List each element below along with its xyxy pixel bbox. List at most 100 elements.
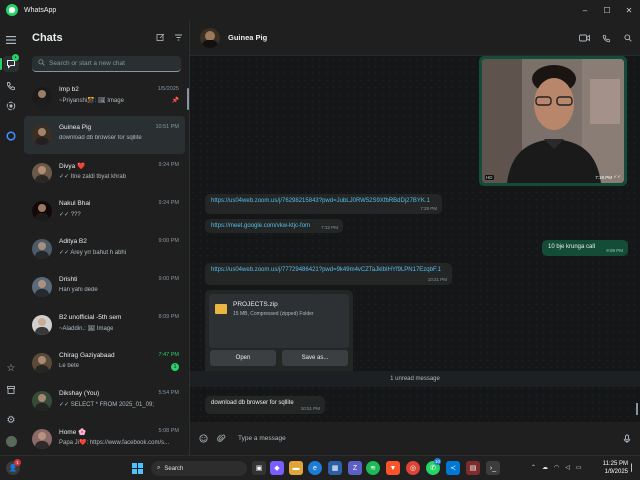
contact-avatar[interactable] (200, 27, 220, 48)
copilot-icon[interactable]: ◆ (270, 461, 284, 475)
system-tray[interactable]: ⌃ ☁ ◠ ◁ ▭ (531, 464, 582, 471)
message-outgoing[interactable]: 10 bje krunga call 9:08 PM (542, 240, 628, 256)
app-icon[interactable]: Z (348, 461, 362, 475)
chat-list-scrollbar[interactable] (187, 88, 189, 110)
chat-list-item[interactable]: B2 unofficial -5th sem 8:09 PM ~Aladdin.: … (22, 306, 185, 344)
message-time: 7:32 PM (321, 225, 338, 230)
chat-preview: Han yahi dede (59, 287, 98, 293)
search-bar[interactable] (32, 56, 181, 72)
chat-time: 7:47 PM (158, 352, 179, 358)
message-incoming[interactable]: https://us04web.zoom.us/j/76298215843?pw… (205, 194, 442, 214)
chat-list-panel: Chats Imp b2 1/5/2025 ~Priyanshi🎊: 🖼 Image… (22, 20, 190, 455)
battery-icon[interactable]: ▭ (576, 464, 582, 471)
close-button[interactable]: ✕ (618, 0, 640, 20)
clock-date: 1/9/2025 (604, 469, 628, 475)
emoji-icon[interactable] (196, 432, 210, 446)
edge-browser-icon[interactable]: e (308, 461, 322, 475)
search-messages-icon[interactable] (622, 32, 634, 44)
message-area[interactable]: HD 7:18 PM ✓✓ https://us04web.zoom.us/j/… (190, 56, 640, 422)
maximize-button[interactable]: ☐ (596, 0, 618, 20)
message-input[interactable] (238, 435, 598, 442)
chats-title: Chats (32, 32, 63, 44)
taskbar-clock[interactable]: 11:25 PM 1/9/2025 (603, 460, 628, 476)
message-incoming[interactable]: https://meet.google.com/vkw-ktjc-fom 7:3… (205, 219, 343, 233)
vscode-icon[interactable]: ≺ (446, 461, 460, 475)
spotify-icon[interactable]: ≋ (366, 461, 380, 475)
volume-icon[interactable]: ◁ (565, 464, 570, 471)
chat-list-item[interactable]: Guinea Pig 10:51 PM download db browser fo… (24, 116, 185, 154)
message-link[interactable]: https://meet.google.com/vkw-ktjc-fom (211, 223, 310, 229)
unread-count-badge: 1 (171, 363, 179, 371)
chat-avatar (32, 125, 52, 145)
archive-icon[interactable] (3, 382, 19, 398)
new-chat-icon[interactable] (155, 32, 165, 42)
file-explorer-icon[interactable]: ▬ (289, 461, 303, 475)
message-time: 10:51 PM (300, 406, 320, 411)
status-icon[interactable] (3, 98, 19, 114)
chat-list-item[interactable]: Home 🌸 5:08 PM Papa Ji❤️: https://www.face… (22, 420, 185, 458)
starred-icon[interactable]: ☆ (3, 360, 19, 376)
chat-list-item[interactable]: Divya ❤️ 9:24 PM ✓✓ Itne zaldi tbyat khrab (22, 154, 185, 192)
message-incoming[interactable]: https://us04web.zoom.us/j/77729486421?pw… (205, 263, 452, 285)
open-file-button[interactable]: Open (210, 350, 276, 366)
message-time: 10:21 PM (427, 277, 447, 282)
wifi-icon[interactable]: ◠ (554, 464, 559, 471)
message-link[interactable]: https://us04web.zoom.us/j/77729486421?pw… (211, 267, 441, 273)
conversation-scrollbar[interactable] (636, 403, 638, 415)
cloud-icon[interactable]: ☁ (542, 464, 548, 471)
search-input[interactable] (49, 60, 179, 67)
image-message[interactable]: HD 7:18 PM ✓✓ (479, 56, 627, 186)
message-incoming[interactable]: download db browser for sqllite 10:51 PM (205, 396, 325, 414)
chat-info: Home 🌸 5:08 PM Papa Ji❤️: https://www.face… (59, 424, 185, 454)
start-windows-icon[interactable] (130, 461, 144, 475)
chat-info: Dikshay (You) 5:54 PM ✓✓ SELECT * FROM 202… (59, 386, 185, 416)
chat-preview: Papa Ji❤️: https://www.facebook.com/s... (59, 440, 170, 446)
file-meta: 15 MB, Compressed (zipped) Folder (233, 311, 314, 317)
save-as-button[interactable]: Save as... (282, 350, 348, 366)
chat-avatar (32, 239, 52, 259)
microphone-icon[interactable] (620, 432, 634, 446)
terminal-icon[interactable]: ›_ (486, 461, 500, 475)
app-icon-2[interactable]: ▤ (466, 461, 480, 475)
task-view-icon[interactable]: ▣ (252, 461, 266, 475)
taskbar-search[interactable]: ⌕ Search (151, 461, 247, 476)
profile-avatar[interactable] (3, 433, 19, 449)
photo-time: 7:18 PM (595, 175, 612, 180)
chat-list-item[interactable]: Nakul Bhai 9:24 PM ✓✓ ??? (22, 192, 185, 230)
chat-list-item[interactable]: Aditya B2 9:00 PM ✓✓ Arey yrr bahut h abhi (22, 230, 185, 268)
message-link[interactable]: https://us04web.zoom.us/j/76298215843?pw… (211, 198, 430, 204)
minimize-button[interactable]: – (574, 0, 596, 20)
chat-name: Divya ❤️ (59, 163, 86, 170)
store-icon[interactable]: ▦ (328, 461, 342, 475)
calls-icon[interactable] (3, 78, 19, 94)
hd-badge: HD (485, 175, 494, 180)
chat-list-item[interactable]: Chirag Gaziyabaad 7:47 PM Le bete 1 (22, 344, 185, 382)
message-composer (190, 422, 640, 455)
filter-icon[interactable] (173, 32, 183, 42)
chat-list-item[interactable]: Drishti 9:00 PM Han yahi dede (22, 268, 185, 306)
message-text: 10 bje krunga call (548, 244, 596, 250)
notification-center-icon[interactable]: ▏ (630, 461, 638, 475)
chat-name: B2 unofficial -5th sem (59, 314, 122, 321)
settings-icon[interactable]: ⚙ (3, 412, 19, 428)
video-call-icon[interactable] (578, 32, 590, 44)
voice-call-icon[interactable] (600, 32, 612, 44)
file-info: PROJECTS.zip 15 MB, Compressed (zipped) … (209, 294, 349, 348)
chat-avatar (32, 277, 52, 297)
photo-image[interactable]: HD 7:18 PM ✓✓ (482, 59, 624, 183)
chat-time: 10:51 PM (155, 124, 179, 130)
chat-info: Divya ❤️ 9:24 PM ✓✓ Itne zaldi tbyat khrab (59, 158, 185, 188)
attach-icon[interactable] (214, 432, 228, 446)
chevron-up-icon[interactable]: ⌃ (531, 464, 536, 471)
chat-name: Guinea Pig (59, 124, 92, 131)
chat-avatar (32, 353, 52, 373)
menu-icon[interactable] (3, 32, 19, 48)
chat-list-item[interactable]: Imp b2 1/5/2025 ~Priyanshi🎊: 🖼 Image 📌 (22, 78, 185, 116)
brave-icon[interactable]: ▼ (386, 461, 400, 475)
chat-list-item[interactable]: Dikshay (You) 5:54 PM ✓✓ SELECT * FROM 202… (22, 382, 185, 420)
conversation-header[interactable]: Guinea Pig (190, 20, 640, 56)
whatsapp-badge: 10 (434, 458, 441, 465)
meta-ai-icon[interactable] (3, 128, 19, 144)
read-receipt-icon: ✓✓ (613, 174, 621, 179)
chrome-icon[interactable]: ◎ (406, 461, 420, 475)
